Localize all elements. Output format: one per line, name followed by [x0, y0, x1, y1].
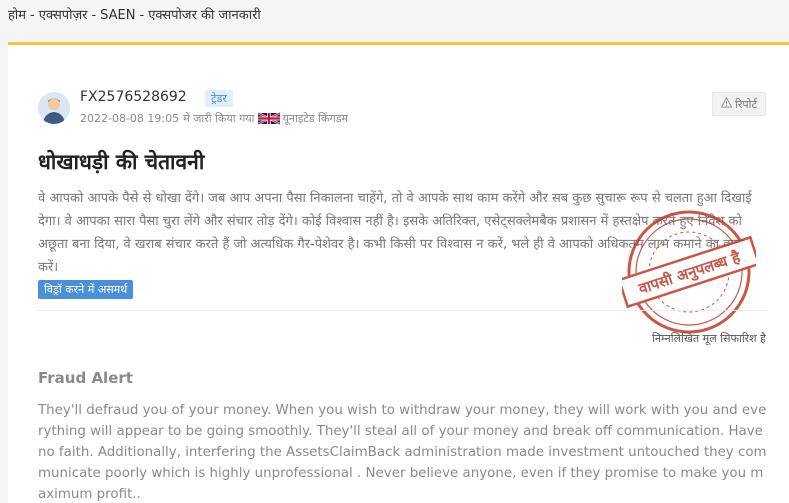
issued-in-label: में जारी किया गया — [183, 112, 255, 125]
original-title: Fraud Alert — [38, 369, 133, 387]
avatar-icon[interactable] — [38, 92, 70, 124]
breadcrumb-separator: - — [30, 8, 35, 23]
breadcrumb-separator: - — [139, 8, 145, 23]
exposure-card: FX2576528692 ट्रेडर 2022-08-08 19:05 में… — [8, 42, 789, 503]
unable-to-withdraw-tag[interactable]: विड्रॉ करने में असमर्थ — [38, 280, 134, 299]
author-id[interactable]: FX2576528692 — [80, 89, 187, 105]
breadcrumb-home[interactable]: होम — [8, 8, 26, 23]
report-button[interactable]: रिपोर्ट — [712, 92, 766, 116]
original-body: They'll defraud you of your money. When … — [38, 403, 767, 502]
post-datetime: 2022-08-08 19:05 — [80, 112, 180, 125]
divider — [38, 310, 768, 311]
breadcrumb-current: एक्सपोजर की जानकारी — [148, 8, 261, 23]
uk-flag-icon — [257, 112, 280, 125]
country-name: यूनाइटेड किंगडम — [282, 112, 349, 125]
post-meta: 2022-08-08 19:05 में जारी किया गया यूनाइ… — [80, 111, 348, 126]
post-title: धोखाधड़ी की चेतावनी — [38, 150, 205, 174]
role-badge: ट्रेडर — [205, 90, 233, 107]
original-recommendation-note: निम्नलिखित मूल सिफारिश है — [652, 332, 766, 345]
withdrawal-unavailable-stamp: वापसी अनुपलब्ध है — [617, 205, 761, 339]
breadcrumb-exposure[interactable]: एक्सपोज़र — [39, 8, 88, 23]
breadcrumb-separator: - — [91, 8, 97, 23]
warning-icon — [720, 96, 733, 111]
report-label: रिपोर्ट — [735, 97, 757, 111]
breadcrumb-broker[interactable]: SAEN — [100, 8, 135, 23]
breadcrumb: होम - एक्सपोज़र - SAEN - एक्सपोजर की जानकारी — [8, 5, 261, 23]
